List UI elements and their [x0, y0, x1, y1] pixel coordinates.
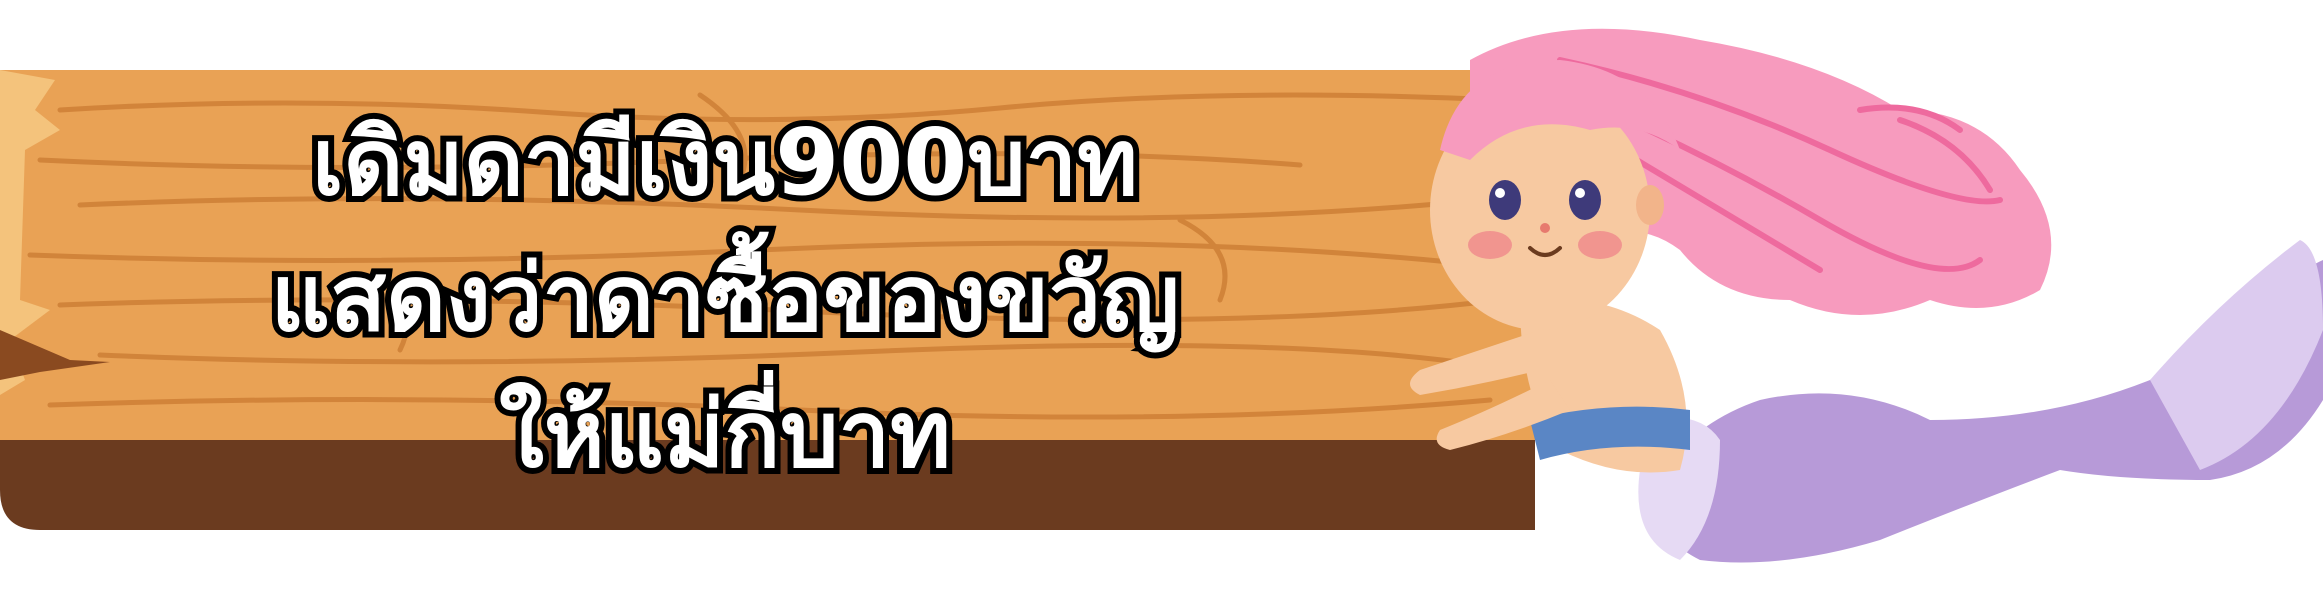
scene: เดิมดามีเงิน900บาท แสดงว่าดาซื้อของขวัญ … [0, 0, 2323, 602]
question-line-1: เดิมดามีเงิน900บาท [306, 103, 1144, 222]
question-text: เดิมดามีเงิน900บาท แสดงว่าดาซื้อของขวัญ … [150, 95, 1300, 503]
question-line-3: ให้แม่กี่บาท [493, 375, 957, 494]
question-line-2: แสดงว่าดาซื้อของขวัญ [265, 239, 1186, 358]
